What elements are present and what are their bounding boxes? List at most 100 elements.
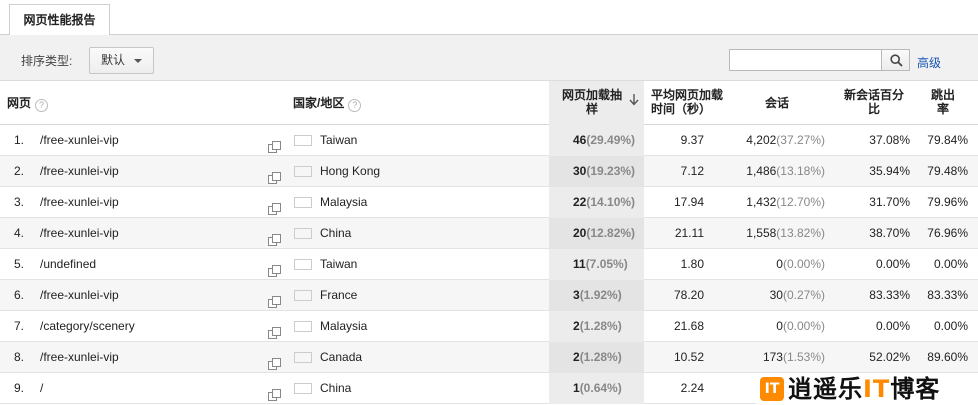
- report-toolbar: 排序类型: 默认 高级: [0, 35, 978, 81]
- watermark-text-b: IT: [863, 375, 891, 403]
- sessions-cell: 30(0.27%): [705, 280, 825, 311]
- row-index: 3.: [14, 195, 25, 209]
- row-index: 9.: [14, 381, 25, 395]
- column-header-page[interactable]: 网页?: [7, 96, 49, 112]
- column-header-avg-label: 平均网页加载: [651, 88, 724, 102]
- avg-load-time: 7.12: [680, 164, 704, 178]
- sessions-cell: 173(1.53%): [705, 342, 825, 373]
- sessions-cell: 1,558(13.82%): [705, 218, 825, 249]
- advanced-filter-link[interactable]: 高级: [917, 54, 941, 71]
- page-path-link[interactable]: /: [40, 373, 260, 404]
- table-row: 4. /free-xunlei-vip China 20(12.82%) 21.…: [0, 218, 978, 249]
- table-row: 7. /category/scenery Malaysia 2(1.28%) 2…: [0, 311, 978, 342]
- table-row: 2. /free-xunlei-vip Hong Kong 30(19.23%)…: [0, 156, 978, 187]
- sample-cell: 46(29.49%): [549, 125, 644, 156]
- avg-load-time: 21.11: [674, 226, 704, 240]
- column-header-new-sessions-pct[interactable]: 新会话百分 比: [844, 88, 904, 116]
- sample-pct: (1.28%): [579, 319, 622, 333]
- new-sessions-pct: 38.70%: [869, 226, 910, 240]
- page-path-link[interactable]: /free-xunlei-vip: [40, 342, 260, 373]
- open-external-icon[interactable]: [268, 196, 282, 215]
- new-sessions-pct: 0.00%: [875, 257, 910, 271]
- watermark-text-c: 博客: [890, 375, 941, 403]
- country-flag-icon: [294, 197, 312, 208]
- page-path-link[interactable]: /free-xunlei-vip: [40, 218, 260, 249]
- sessions-cell: 1,486(13.18%): [705, 156, 825, 187]
- site-watermark-logo: IT 逍遥乐IT博客: [756, 374, 978, 405]
- sessions-count: 173: [762, 350, 783, 364]
- page-path-link[interactable]: /free-xunlei-vip: [40, 125, 260, 156]
- country-link[interactable]: Taiwan: [320, 125, 520, 156]
- search-input[interactable]: [729, 49, 882, 71]
- open-external-icon[interactable]: [268, 258, 282, 277]
- sort-type-select[interactable]: 默认: [89, 47, 154, 74]
- bounce-rate: 79.96%: [927, 195, 968, 209]
- new-sessions-pct: 83.33%: [869, 288, 910, 302]
- country-link[interactable]: Taiwan: [320, 249, 520, 280]
- open-external-icon[interactable]: [268, 134, 282, 153]
- sample-pct: (29.49%): [586, 133, 636, 147]
- help-icon[interactable]: ?: [35, 99, 49, 112]
- sort-descending-icon[interactable]: [629, 94, 639, 106]
- new-sessions-pct: 37.08%: [869, 133, 910, 147]
- sample-count: 22: [573, 195, 587, 209]
- avg-load-time: 9.37: [680, 133, 704, 147]
- sample-cell: 22(14.10%): [549, 187, 644, 218]
- country-link[interactable]: Hong Kong: [320, 156, 520, 187]
- sessions-count: 0: [776, 257, 783, 271]
- country-link[interactable]: France: [320, 280, 520, 311]
- sessions-pct: (13.18%): [776, 164, 825, 178]
- country-link[interactable]: Canada: [320, 342, 520, 373]
- sessions-pct: (1.53%): [782, 350, 825, 364]
- sessions-count: 4,202: [746, 133, 777, 147]
- open-external-icon[interactable]: [268, 382, 282, 401]
- table-row: 3. /free-xunlei-vip Malaysia 22(14.10%) …: [0, 187, 978, 218]
- column-header-bounce-label: 跳出: [931, 88, 956, 102]
- sessions-cell: 0(0.00%): [705, 311, 825, 342]
- column-header-page-label: 网页: [7, 96, 32, 110]
- table-header: 网页? 国家/地区? 网页加载抽 样 平均网页加载 时间（秒） 会话 新会话百分…: [0, 81, 978, 125]
- country-link[interactable]: Malaysia: [320, 311, 520, 342]
- page-path-link[interactable]: /undefined: [40, 249, 260, 280]
- country-link[interactable]: Malaysia: [320, 187, 520, 218]
- sessions-pct: (13.82%): [776, 226, 825, 240]
- column-header-country[interactable]: 国家/地区?: [293, 96, 362, 112]
- table-row: 6. /free-xunlei-vip France 3(1.92%) 78.2…: [0, 280, 978, 311]
- sample-cell: 30(19.23%): [549, 156, 644, 187]
- page-path-link[interactable]: /free-xunlei-vip: [40, 156, 260, 187]
- country-flag-icon: [294, 166, 312, 177]
- country-link[interactable]: China: [320, 373, 520, 404]
- row-index: 2.: [14, 164, 25, 178]
- column-header-bounce-rate[interactable]: 跳出 率: [931, 88, 955, 116]
- help-icon[interactable]: ?: [348, 99, 362, 112]
- sample-count: 11: [573, 257, 586, 271]
- page-path-link[interactable]: /free-xunlei-vip: [40, 280, 260, 311]
- column-header-newpct-label: 新会话百分: [844, 88, 905, 102]
- avg-load-time: 17.94: [673, 195, 704, 209]
- country-link[interactable]: China: [320, 218, 520, 249]
- tab-page-performance[interactable]: 网页性能报告: [9, 4, 110, 36]
- column-header-avg-load-time[interactable]: 平均网页加载 时间（秒）: [651, 88, 723, 116]
- open-external-icon[interactable]: [268, 320, 282, 339]
- page-path-link[interactable]: /category/scenery: [40, 311, 260, 342]
- search-button[interactable]: [881, 49, 910, 71]
- sessions-pct: (0.00%): [782, 257, 825, 271]
- country-flag-icon: [294, 383, 312, 394]
- row-index: 5.: [14, 257, 25, 271]
- open-external-icon[interactable]: [268, 351, 282, 370]
- open-external-icon[interactable]: [268, 227, 282, 246]
- row-index: 4.: [14, 226, 25, 240]
- table-row: 8. /free-xunlei-vip Canada 2(1.28%) 10.5…: [0, 342, 978, 373]
- column-header-sample[interactable]: 网页加载抽 样: [562, 88, 622, 116]
- sessions-pct: (12.70%): [776, 195, 825, 209]
- sample-count: 2: [573, 350, 580, 364]
- bounce-rate: 0.00%: [933, 319, 968, 333]
- table-row: 5. /undefined Taiwan 11(7.05%) 1.80 0(0.…: [0, 249, 978, 280]
- open-external-icon[interactable]: [268, 165, 282, 184]
- column-header-sample-label: 网页加载抽: [562, 88, 623, 102]
- page-path-link[interactable]: /free-xunlei-vip: [40, 187, 260, 218]
- sample-pct: (12.82%): [586, 226, 636, 240]
- search-icon: [890, 54, 903, 67]
- open-external-icon[interactable]: [268, 289, 282, 308]
- column-header-sessions[interactable]: 会话: [765, 96, 789, 110]
